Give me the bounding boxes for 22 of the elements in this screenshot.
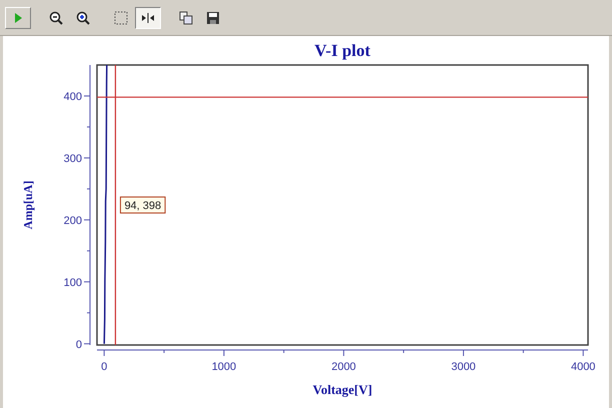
save-icon xyxy=(205,10,221,26)
tick-label: 400 xyxy=(64,90,82,103)
value-tooltip: 94, 398 xyxy=(120,196,166,214)
copy-icon xyxy=(178,10,194,26)
axis-label: Amp[uA] xyxy=(21,180,35,230)
tick-label: 0 xyxy=(101,361,108,373)
tick-label: 100 xyxy=(64,276,82,289)
tick-label: 1000 xyxy=(212,361,236,373)
zoom-in-icon xyxy=(75,10,91,26)
zoom-out-icon xyxy=(48,10,64,26)
tick-label: 3000 xyxy=(451,361,476,373)
tick-label: 2000 xyxy=(331,361,356,373)
play-button[interactable] xyxy=(5,6,31,28)
tick-label: 0 xyxy=(76,338,82,351)
fit-arrows-button[interactable] xyxy=(135,6,161,28)
tick-label: 300 xyxy=(64,152,82,165)
axis-label: Voltage[V] xyxy=(312,382,372,397)
chart-title: V-I plot xyxy=(314,41,370,60)
selection-rectangle-icon xyxy=(113,10,129,26)
annotation: 94, 398 xyxy=(124,200,162,212)
tick-label: 200 xyxy=(64,214,82,227)
tick-label: 4000 xyxy=(570,361,596,373)
